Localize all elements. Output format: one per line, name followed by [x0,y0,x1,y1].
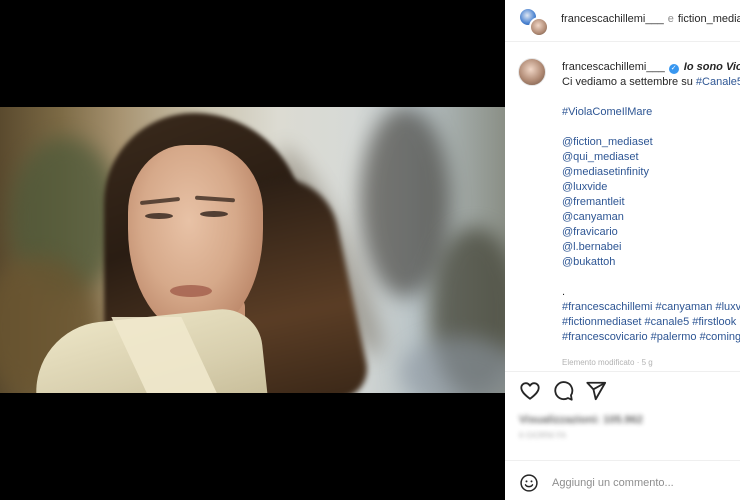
media-panel [0,0,505,500]
like-button[interactable] [519,380,541,402]
hashtag-link[interactable]: #Canale5 [696,76,740,88]
post-caption: francescachillemi___✓ Io sono Viola Ci v… [562,60,740,345]
author-link[interactable]: francescachillemi___ [561,13,664,25]
comment-button[interactable] [552,380,574,402]
post-sidebar: francescachillemi___efiction_mediaset fr… [505,0,740,500]
hashtag-line[interactable]: #francescachillemi #canyaman #luxvide [562,301,740,313]
emoji-button[interactable] [519,473,539,493]
mention-link[interactable]: @fravicario [562,226,618,238]
verified-badge-icon: ✓ [668,64,679,74]
hashtag-line[interactable]: #fictionmediaset #canale5 #firstlook [562,316,736,328]
mention-link[interactable]: @qui_mediaset [562,151,639,163]
authors-separator: e [667,13,674,25]
mention-link[interactable]: @l.bernabei [562,241,621,253]
mention-link[interactable]: @luxvide [562,181,607,193]
mention-link[interactable]: @fremantleit [562,196,625,208]
edited-label: Elemento modificato · 5 g [562,358,653,367]
collaborator-link[interactable]: fiction_mediaset [678,13,740,25]
avatar[interactable] [518,58,546,86]
caption-dots: . [562,286,566,298]
send-icon [586,381,607,401]
mention-link[interactable]: @bukattoh [562,256,615,268]
views-count[interactable]: Visualizzazioni: 105.962 [519,414,643,426]
post-date: 6 GIORNI FA [519,431,567,440]
mention-link[interactable]: @mediasetinfinity [562,166,649,178]
caption-lead: Io sono Viola [683,61,740,73]
hashtag-link[interactable]: #ViolaComeIlMare [562,106,652,118]
caption-text: Ci vediamo a settembre su [562,76,693,88]
portrait-lips [170,285,212,297]
portrait-eye [145,213,173,219]
post-video[interactable] [0,107,505,393]
background-blur [400,337,505,393]
caption-author[interactable]: francescachillemi___ [562,61,665,73]
share-button[interactable] [585,380,607,402]
comment-input[interactable] [552,474,732,492]
divider [505,460,740,461]
hashtag-line[interactable]: #francescovicario #palermo #comingsoon [562,331,740,343]
avatar[interactable] [529,17,549,37]
emoji-icon [520,474,538,492]
heart-icon [520,382,540,400]
comment-icon [554,381,574,401]
portrait-eye [200,211,228,217]
collab-avatars[interactable] [518,7,550,37]
mention-link[interactable]: @fiction_mediaset [562,136,653,148]
mention-link[interactable]: @canyaman [562,211,624,223]
post-authors: francescachillemi___e fiction_mediaset [561,13,740,25]
divider [505,371,740,372]
post-header: francescachillemi___e fiction_mediaset [505,0,740,42]
